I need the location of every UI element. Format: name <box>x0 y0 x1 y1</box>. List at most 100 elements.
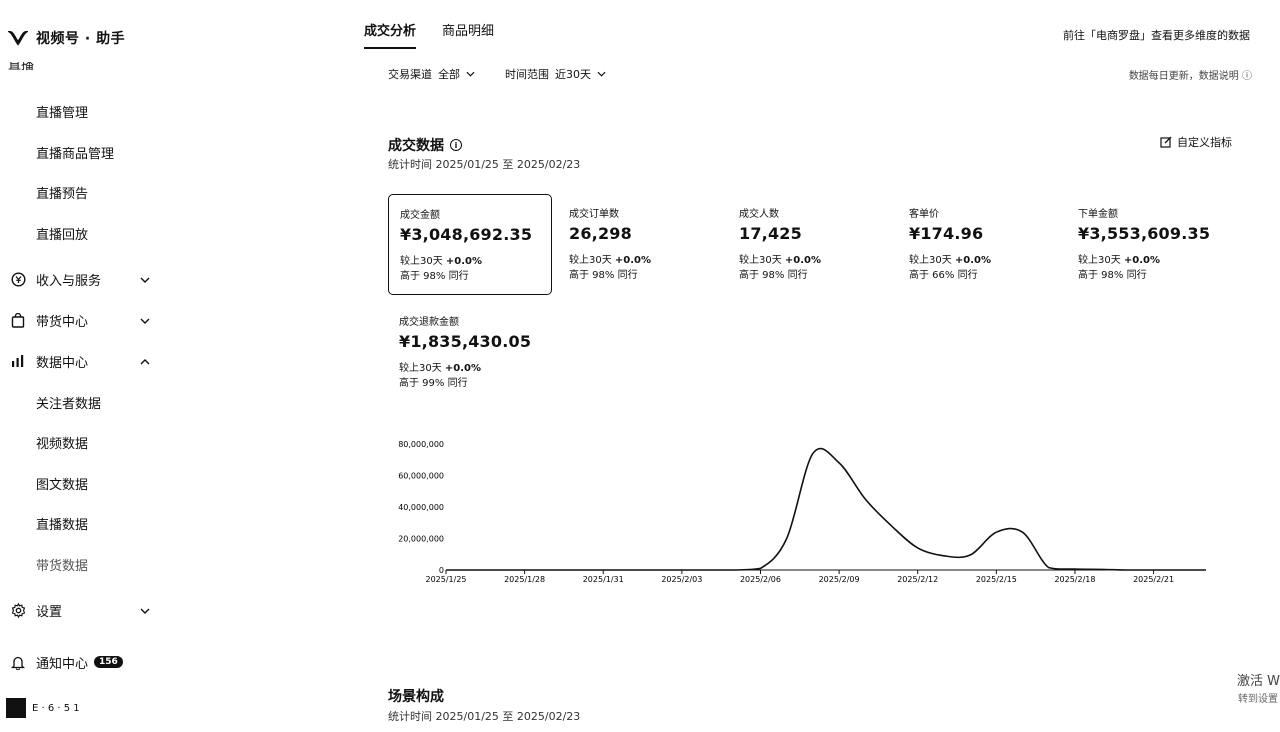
deal-section-title: 成交数据 i <box>388 135 462 155</box>
bell-icon <box>10 654 26 670</box>
metric-value: 17,425 <box>739 224 802 243</box>
sidebar-item-live-preview[interactable]: 直播预告 <box>0 178 190 206</box>
deal-amount-trend-chart[interactable]: 0 20,000,000 40,000,000 60,000,000 80,000,00… <box>388 432 1218 592</box>
metric-label: 客单价 <box>909 209 939 220</box>
sidebar-item-label: 设置 <box>36 604 63 620</box>
section-title-text: 场景构成 <box>388 689 444 705</box>
metric-card-deal-amount[interactable]: 成交金额 ¥3,048,692.35 较上30天 +0.0% 高于 98% 同行 <box>388 194 552 295</box>
compare-prefix: 较上30天 <box>909 255 952 266</box>
metric-label: 下单金额 <box>1078 209 1118 220</box>
sidebar-item-sales-data[interactable]: 带货数据 <box>0 550 190 578</box>
sidebar-item-label: 直播商品管理 <box>36 146 115 162</box>
sidebar-item-label: 直播管理 <box>36 105 89 121</box>
source-filter[interactable]: 交易渠道 全部 <box>388 66 475 82</box>
metric-card-order-count[interactable]: 成交订单数 26,298 较上30天 +0.0% 高于 98% 同行 <box>558 194 722 295</box>
sidebar-item-live-data[interactable]: 直播数据 <box>0 509 190 537</box>
deal-stat-range: 统计时间 2025/01/25 至 2025/02/23 <box>388 158 581 171</box>
x-tick-label: 2025/2/15 <box>976 575 1017 584</box>
sidebar-item-settings[interactable]: 设置 <box>0 596 190 624</box>
sidebar-item-label: 关注者数据 <box>36 396 102 412</box>
metric-label: 成交金额 <box>400 210 440 221</box>
metric-label: 成交人数 <box>739 209 779 220</box>
compass-link[interactable]: 前往「电商罗盘」查看更多维度的数据 <box>1063 27 1250 43</box>
time-filter-value: 近30天 <box>555 68 591 81</box>
sidebar-item-live-manage[interactable]: 直播管理 <box>0 97 190 125</box>
sidebar: 视频号 · 助手 直播 直播管理 直播商品管理 直播预告 直播回放 收入与服务 … <box>0 0 190 732</box>
sidebar-item-income[interactable]: 收入与服务 <box>0 265 190 293</box>
sidebar-item-follower-data[interactable]: 关注者数据 <box>0 388 190 416</box>
x-tick-label: 2025/2/12 <box>897 575 938 584</box>
time-filter-label: 时间范围 <box>505 68 549 81</box>
chevron-down-icon <box>597 71 606 77</box>
sidebar-item-label: 通知中心 <box>36 656 89 672</box>
y-tick-label: 40,000,000 <box>398 503 444 512</box>
user-name: E · 6 · 5 1 <box>32 702 80 714</box>
info-icon[interactable]: i <box>450 139 462 151</box>
sidebar-item-label: 直播 <box>8 62 35 73</box>
metric-peer: 高于 66% 同行 <box>909 270 978 281</box>
metric-peer: 高于 98% 同行 <box>400 271 469 282</box>
metric-compare: 较上30天 +0.0% <box>739 253 881 268</box>
compare-prefix: 较上30天 <box>399 363 442 374</box>
x-tick-label: 2025/1/25 <box>425 575 466 584</box>
update-note[interactable]: 数据每日更新，数据说明 ⓘ <box>1129 67 1252 82</box>
compare-prefix: 较上30天 <box>569 255 612 266</box>
sidebar-item-sales-center[interactable]: 带货中心 <box>0 306 190 334</box>
metric-compare: 较上30天 +0.0% <box>399 361 541 376</box>
info-icon: ⓘ <box>1242 71 1252 82</box>
compare-prefix: 较上30天 <box>739 255 782 266</box>
metric-card-unit-price[interactable]: 客单价 ¥174.96 较上30天 +0.0% 高于 66% 同行 <box>898 194 1062 295</box>
metric-value: ¥3,048,692.35 <box>400 225 533 244</box>
sidebar-item-video-data[interactable]: 视频数据 <box>0 428 190 456</box>
sidebar-item-post-data[interactable]: 图文数据 <box>0 469 190 497</box>
activation-watermark-sub: 转到设置 <box>1238 694 1278 705</box>
sidebar-item-live[interactable]: 直播 <box>8 62 34 80</box>
series-line <box>446 447 1206 571</box>
time-range-filter[interactable]: 时间范围 近30天 <box>505 66 606 82</box>
compare-prefix: 较上30天 <box>1078 255 1121 266</box>
custom-metric-button[interactable]: 自定义指标 <box>1160 134 1232 150</box>
app-logo[interactable]: 视频号 · 助手 <box>8 28 125 48</box>
analysis-tabs: 成交分析 商品明细 <box>364 20 494 49</box>
sidebar-item-live-replay[interactable]: 直播回放 <box>0 219 190 247</box>
x-tick-label: 2025/2/03 <box>661 575 702 584</box>
source-filter-value: 全部 <box>438 68 460 81</box>
metric-card-order-amount[interactable]: 下单金额 ¥3,553,609.35 较上30天 +0.0% 高于 98% 同行 <box>1067 194 1237 295</box>
metric-compare: 较上30天 +0.0% <box>400 254 540 269</box>
compare-value: +0.0% <box>784 255 822 266</box>
compare-value: +0.0% <box>445 256 483 267</box>
edit-icon <box>1160 136 1172 148</box>
tab-deal-analysis[interactable]: 成交分析 <box>364 20 417 49</box>
x-tick-label: 2025/1/28 <box>504 575 545 584</box>
sidebar-item-notifications[interactable]: 通知中心 156 <box>0 648 190 676</box>
metric-value: 26,298 <box>569 224 632 243</box>
app-title: 视频号 · 助手 <box>36 31 126 47</box>
tab-product-detail[interactable]: 商品明细 <box>442 20 494 49</box>
source-filter-label: 交易渠道 <box>388 68 432 81</box>
sidebar-item-live-products[interactable]: 直播商品管理 <box>0 138 190 166</box>
bar-chart-icon <box>10 353 26 369</box>
y-tick-label: 20,000,000 <box>398 535 444 544</box>
compare-prefix: 较上30天 <box>400 256 443 267</box>
custom-metric-label: 自定义指标 <box>1177 136 1232 149</box>
avatar <box>6 698 26 718</box>
user-account[interactable]: E · 6 · 5 1 <box>6 698 80 718</box>
metric-card-refund-amount[interactable]: 成交退款金额 ¥1,835,430.05 较上30天 +0.0% 高于 99% … <box>388 302 552 403</box>
chevron-down-icon <box>140 314 150 327</box>
sidebar-item-data-center[interactable]: 数据中心 <box>0 347 190 375</box>
sidebar-item-label: 数据中心 <box>36 355 89 371</box>
yuan-icon <box>10 271 26 287</box>
metric-label: 成交订单数 <box>569 209 619 220</box>
sidebar-item-label: 直播数据 <box>36 517 89 533</box>
metric-card-buyer-count[interactable]: 成交人数 17,425 较上30天 +0.0% 高于 98% 同行 <box>728 194 892 295</box>
x-tick-label: 2025/2/21 <box>1133 575 1174 584</box>
sidebar-item-label: 视频数据 <box>36 436 89 452</box>
chevron-down-icon <box>140 604 150 617</box>
sidebar-item-label: 带货中心 <box>36 314 89 330</box>
chevron-down-icon <box>140 273 150 286</box>
bag-icon <box>10 312 26 328</box>
channels-logo-icon <box>8 30 28 46</box>
notification-badge: 156 <box>94 656 123 668</box>
gear-icon <box>10 602 26 618</box>
sidebar-item-label: 直播预告 <box>36 186 89 202</box>
